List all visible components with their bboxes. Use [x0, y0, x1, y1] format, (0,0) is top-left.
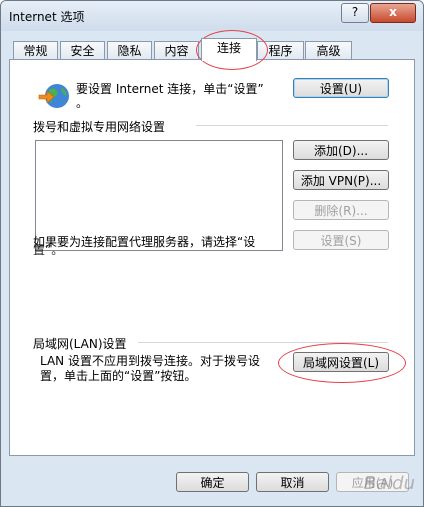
internet-options-window: Internet 选项 ? x 常规 安全 隐私 内容 连接 程序 高级 要设置…: [0, 0, 424, 507]
tab-programs[interactable]: 程序: [257, 41, 304, 60]
help-button[interactable]: ?: [341, 3, 369, 23]
tab-advanced[interactable]: 高级: [305, 41, 352, 60]
dialup-settings-button[interactable]: 设置(S): [293, 230, 389, 250]
setup-instructions-line1: 要设置 Internet 连接，单击“设置”: [76, 82, 264, 96]
add-button[interactable]: 添加(D)...: [293, 140, 389, 160]
tab-security[interactable]: 安全: [60, 41, 105, 60]
tab-privacy[interactable]: 隐私: [107, 41, 152, 60]
dialup-group-label: 拨号和虚拟专用网络设置: [33, 120, 166, 134]
lan-group-label: 局域网(LAN)设置: [33, 337, 127, 351]
tab-content[interactable]: 内容: [154, 41, 199, 60]
globe-icon: [38, 84, 69, 108]
cancel-button[interactable]: 取消: [256, 472, 329, 492]
connections-panel: 要设置 Internet 连接，单击“设置” 。 设置(U) 拨号和虚拟专用网络…: [9, 59, 415, 456]
delete-button[interactable]: 删除(R)...: [293, 200, 389, 220]
dialup-group-divider: [196, 125, 388, 126]
window-title: Internet 选项: [9, 10, 85, 24]
title-bar[interactable]: Internet 选项 ? x: [1, 1, 423, 31]
setup-instructions-line2: 。: [76, 96, 89, 110]
add-vpn-button[interactable]: 添加 VPN(P)...: [293, 170, 389, 190]
close-button[interactable]: x: [370, 3, 416, 23]
lan-instructions-line2: 置，单击上面的“设置”按钮。: [40, 369, 197, 383]
tab-general[interactable]: 常规: [13, 41, 58, 60]
proxy-instructions-line1: 如果要为连接配置代理服务器，请选择“设: [33, 235, 256, 249]
setup-button[interactable]: 设置(U): [293, 78, 389, 98]
tab-connections[interactable]: 连接: [201, 38, 257, 61]
lan-group-divider: [138, 342, 388, 343]
ok-button[interactable]: 确定: [176, 472, 249, 492]
dialog-footer: 确定 取消 应用(A): [1, 461, 423, 506]
proxy-instructions-line2: 置”。: [33, 243, 64, 257]
watermark: Baidu: [363, 473, 415, 494]
lan-settings-button[interactable]: 局域网设置(L): [293, 352, 389, 372]
